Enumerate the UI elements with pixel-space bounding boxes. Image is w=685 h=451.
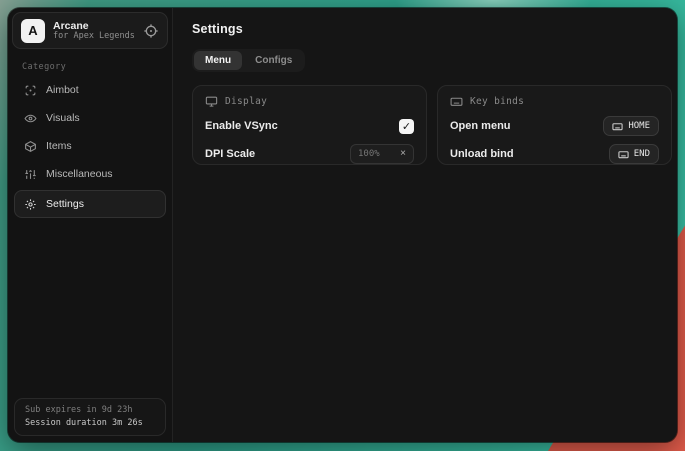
page-title: Settings	[192, 22, 672, 36]
settings-cards-row: Display Enable VSync ✓ DPI Scale 100% ×	[192, 85, 672, 165]
unload-key: END	[634, 149, 650, 159]
unload-keybind-button[interactable]: END	[609, 144, 659, 164]
monitor-icon	[205, 95, 218, 108]
sidebar-item-label: Miscellaneous	[46, 168, 113, 180]
sidebar-item-visuals[interactable]: Visuals	[14, 104, 166, 132]
cheat-menu-window: A Arcane for Apex Legends Category	[8, 8, 677, 442]
sidebar-item-settings[interactable]: Settings	[14, 190, 166, 218]
keyboard-icon	[618, 149, 629, 160]
open-menu-key: HOME	[628, 121, 650, 131]
open-menu-keybind-button[interactable]: HOME	[603, 116, 659, 136]
sidebar-item-aimbot[interactable]: Aimbot	[14, 76, 166, 104]
dpi-label: DPI Scale	[205, 148, 255, 160]
box-icon	[24, 140, 37, 153]
subscription-status-card: Sub expires in 9d 23h Session duration 3…	[14, 398, 166, 436]
session-duration-text: Session duration 3m 26s	[25, 418, 155, 428]
sidebar-item-items[interactable]: Items	[14, 132, 166, 160]
eye-icon	[24, 112, 37, 125]
tab-bar: Menu Configs	[192, 49, 305, 72]
vsync-checkbox[interactable]: ✓	[399, 119, 414, 134]
dpi-scale-input[interactable]: 100% ×	[350, 144, 414, 164]
app-subtitle: for Apex Legends	[53, 32, 135, 42]
display-card-title: Display	[225, 96, 267, 107]
open-menu-label: Open menu	[450, 120, 511, 132]
dpi-value: 100%	[358, 149, 380, 159]
main-content: Settings Menu Configs Display	[173, 8, 677, 442]
sidebar-item-label: Items	[46, 140, 72, 152]
sidebar-item-miscellaneous[interactable]: Miscellaneous	[14, 160, 166, 188]
keybinds-card: Key binds Open menu HOME	[437, 85, 672, 165]
unload-bind-row: Unload bind END	[450, 144, 659, 164]
open-menu-row: Open menu HOME	[450, 116, 659, 136]
app-name: Arcane	[53, 20, 135, 32]
unload-bind-label: Unload bind	[450, 148, 514, 160]
app-logo: A	[21, 19, 45, 43]
dpi-row: DPI Scale 100% ×	[205, 144, 414, 164]
app-title-block: Arcane for Apex Legends	[53, 20, 135, 42]
sidebar-nav: Aimbot Visuals	[12, 76, 168, 220]
sliders-icon	[24, 168, 37, 181]
display-card: Display Enable VSync ✓ DPI Scale 100% ×	[192, 85, 427, 165]
crosshair-icon	[24, 84, 37, 97]
display-card-header: Display	[205, 95, 414, 108]
sidebar: A Arcane for Apex Legends Category	[8, 8, 173, 442]
vsync-row: Enable VSync ✓	[205, 116, 414, 136]
tab-configs[interactable]: Configs	[244, 51, 303, 70]
sub-expires-text: Sub expires in 9d 23h	[25, 405, 155, 415]
vsync-label: Enable VSync	[205, 120, 278, 132]
category-label: Category	[22, 62, 168, 72]
sidebar-item-label: Aimbot	[46, 84, 79, 96]
clear-icon[interactable]: ×	[400, 149, 406, 159]
keybinds-card-title: Key binds	[470, 96, 524, 107]
sidebar-item-label: Visuals	[46, 112, 80, 124]
game-backdrop: A Arcane for Apex Legends Category	[0, 0, 685, 451]
tab-menu[interactable]: Menu	[194, 51, 242, 70]
target-icon[interactable]	[143, 23, 159, 39]
sidebar-item-label: Settings	[46, 198, 84, 210]
keyboard-icon	[450, 95, 463, 108]
gear-icon	[24, 198, 37, 211]
keybinds-card-header: Key binds	[450, 95, 659, 108]
sidebar-spacer	[12, 220, 168, 396]
app-header-card: A Arcane for Apex Legends	[12, 12, 168, 49]
keyboard-icon	[612, 121, 623, 132]
